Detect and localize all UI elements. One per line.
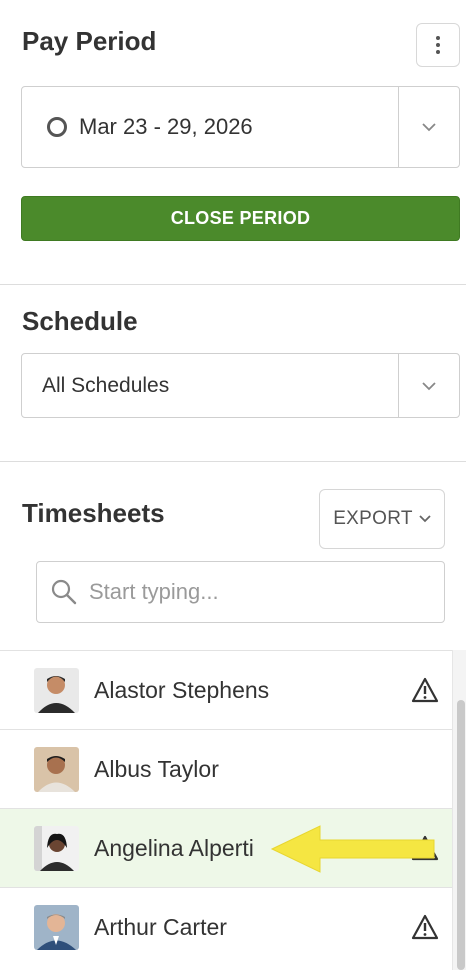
schedule-value: All Schedules	[42, 373, 170, 397]
pay-period-value: Mar 23 - 29, 2026	[22, 114, 398, 140]
pay-period-dropdown-toggle[interactable]	[398, 87, 459, 167]
employee-list: Alastor Stephens Albus Taylor Angelina A…	[0, 650, 452, 966]
section-divider	[0, 284, 466, 285]
employee-row[interactable]: Alastor Stephens	[0, 650, 452, 729]
export-button[interactable]: EXPORT	[319, 489, 445, 549]
kebab-dot	[436, 43, 440, 47]
employee-name: Angelina Alperti	[94, 834, 254, 861]
schedule-select[interactable]: All Schedules	[21, 353, 460, 418]
pay-period-select[interactable]: Mar 23 - 29, 2026	[21, 86, 460, 168]
kebab-dot	[436, 36, 440, 40]
annotation-arrow-icon	[270, 825, 435, 873]
more-options-button[interactable]	[416, 23, 460, 67]
schedule-title: Schedule	[22, 306, 138, 336]
section-divider	[0, 461, 466, 462]
chevron-down-icon	[422, 123, 436, 132]
export-label: EXPORT	[333, 508, 413, 529]
search-icon	[51, 579, 77, 605]
close-period-button[interactable]: CLOSE PERIOD	[21, 196, 460, 241]
list-scrollbar-thumb[interactable]	[457, 700, 465, 970]
avatar	[34, 825, 79, 871]
warning-icon	[411, 914, 439, 940]
avatar	[34, 746, 79, 792]
pay-period-title: Pay Period	[22, 26, 157, 56]
timesheets-title: Timesheets	[22, 498, 165, 528]
chevron-down-icon	[422, 381, 436, 390]
pay-period-range-text: Mar 23 - 29, 2026	[79, 114, 253, 139]
kebab-dot	[436, 50, 440, 54]
status-circle-icon	[47, 117, 67, 137]
employee-name: Alastor Stephens	[94, 676, 270, 703]
timesheet-search-box[interactable]	[36, 561, 445, 623]
avatar	[34, 904, 79, 950]
schedule-dropdown-toggle[interactable]	[398, 354, 459, 417]
search-input[interactable]	[89, 579, 419, 605]
warning-icon	[411, 677, 439, 703]
employee-name: Albus Taylor	[94, 755, 219, 782]
avatar	[34, 667, 79, 713]
employee-name: Arthur Carter	[94, 913, 227, 940]
chevron-down-icon	[419, 515, 431, 523]
employee-row[interactable]: Arthur Carter	[0, 887, 452, 966]
employee-row[interactable]: Albus Taylor	[0, 729, 452, 808]
